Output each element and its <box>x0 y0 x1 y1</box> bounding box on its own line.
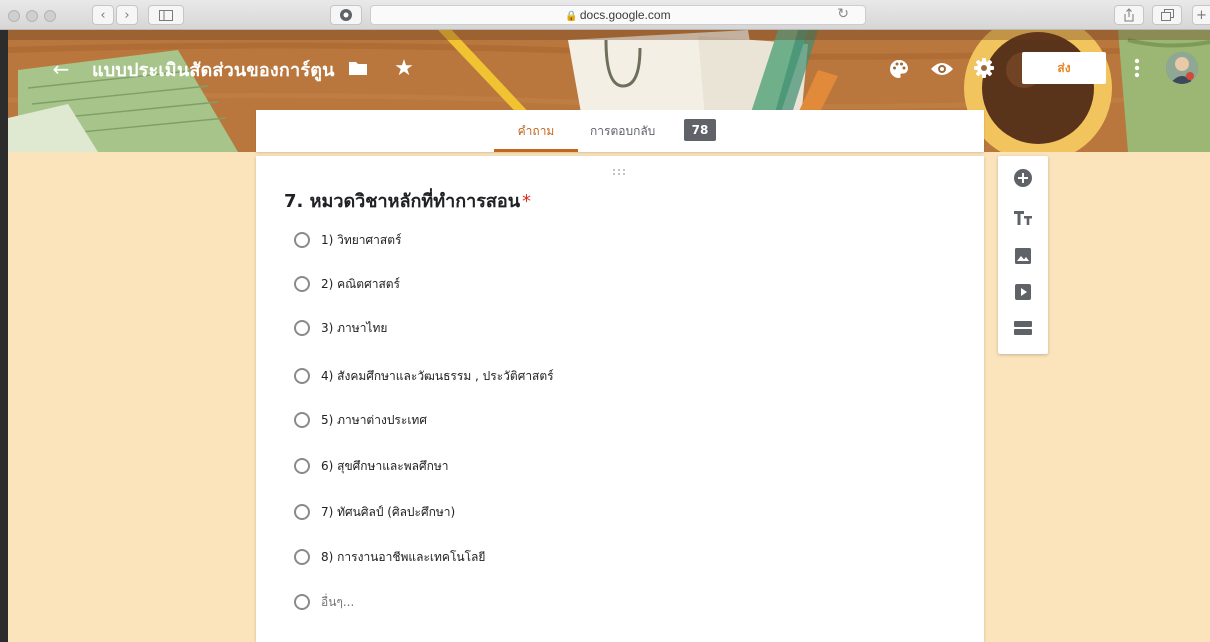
tabs-icon <box>1160 9 1174 21</box>
radio-button[interactable] <box>294 412 310 428</box>
option-row[interactable]: 5) ภาษาต่างประเทศ <box>294 408 427 432</box>
share-icon <box>1124 8 1134 22</box>
option-label: 7) ทัศนศิลป์ (ศิลปะศึกษา) <box>321 504 456 519</box>
form-tabs: คำถาม การตอบกลับ 78 <box>256 110 984 152</box>
chevron-right-icon: › <box>124 7 130 23</box>
radio-button[interactable] <box>294 276 310 292</box>
radio-button[interactable] <box>294 320 310 336</box>
option-row[interactable]: 3) ภาษาไทย <box>294 316 387 340</box>
option-row[interactable]: 2) คณิตศาสตร์ <box>294 272 400 296</box>
option-row[interactable]: 7) ทัศนศิลป์ (ศิลปะศึกษา) <box>294 500 455 524</box>
option-row[interactable]: 1) วิทยาศาสตร์ <box>294 228 401 252</box>
extension-button[interactable] <box>330 5 362 25</box>
plus-icon: + <box>1196 7 1207 23</box>
browser-back-button[interactable]: ‹ <box>92 5 114 25</box>
address-bar[interactable]: 🔒 docs.google.com ↻ <box>370 5 866 25</box>
radio-button[interactable] <box>294 368 310 384</box>
question-title[interactable]: 7. หมวดวิชาหลักที่ทำการสอน * <box>284 186 531 215</box>
option-label: 2) คณิตศาสตร์ <box>321 276 401 291</box>
chevron-left-icon: ‹ <box>100 7 106 23</box>
side-toolbar <box>998 156 1048 354</box>
back-arrow-icon[interactable]: ← <box>50 57 72 81</box>
active-tab-indicator <box>494 149 578 152</box>
radio-button[interactable] <box>294 232 310 248</box>
radio-button[interactable] <box>294 504 310 520</box>
option-label: 5) ภาษาต่างประเทศ <box>321 412 427 427</box>
palette-icon[interactable] <box>888 58 910 80</box>
gear-icon[interactable] <box>972 56 996 80</box>
sidebar-toggle-button[interactable] <box>148 5 184 25</box>
lock-icon: 🔒 <box>565 11 578 22</box>
address-text: docs.google.com <box>579 8 671 22</box>
radio-button[interactable] <box>294 458 310 474</box>
radio-button[interactable] <box>294 594 310 610</box>
responses-count-badge: 78 <box>684 119 716 141</box>
option-row-other[interactable]: อื่นๆ... <box>294 590 354 614</box>
drag-handle-icon[interactable] <box>612 168 626 176</box>
window-edge <box>0 30 8 642</box>
tab-responses[interactable]: การตอบกลับ <box>590 110 655 152</box>
question-card[interactable]: 7. หมวดวิชาหลักที่ทำการสอน * 1) วิทยาศาสต… <box>256 156 984 642</box>
folder-icon[interactable] <box>348 60 368 76</box>
window-minimize-button[interactable] <box>26 10 38 22</box>
option-label: 6) สุขศึกษาและพลศึกษา <box>321 458 449 473</box>
option-row[interactable]: 4) สังคมศึกษาและวัฒนธรรม , ประวัติศาสตร์ <box>294 364 554 388</box>
eye-icon[interactable] <box>930 58 954 80</box>
share-button[interactable] <box>1114 5 1144 25</box>
option-label-other: อื่นๆ... <box>321 594 355 609</box>
more-vert-icon[interactable] <box>1132 56 1142 80</box>
option-label: 4) สังคมศึกษาและวัฒนธรรม , ประวัติศาสตร์ <box>321 368 554 383</box>
required-mark: * <box>522 191 531 212</box>
video-icon[interactable] <box>1011 280 1035 304</box>
form-title[interactable]: แบบประเมินสัดส่วนของการ์ตูน <box>92 55 335 84</box>
sidebar-icon <box>159 9 173 21</box>
tabs-overview-button[interactable] <box>1152 5 1182 25</box>
section-icon[interactable] <box>1011 316 1035 340</box>
send-button[interactable]: ส่ง <box>1022 52 1106 84</box>
star-icon[interactable]: ★ <box>392 56 416 81</box>
browser-toolbar: ‹ › 🔒 docs.google.com ↻ + <box>0 0 1210 30</box>
avatar[interactable] <box>1166 52 1198 84</box>
browser-forward-button[interactable]: › <box>116 5 138 25</box>
question-title-text: 7. หมวดวิชาหลักที่ทำการสอน <box>284 191 520 212</box>
option-row[interactable]: 8) การงานอาชีพและเทคโนโลยี <box>294 545 485 569</box>
add-circle-icon[interactable] <box>1011 166 1035 190</box>
extension-icon <box>340 9 352 21</box>
tab-questions[interactable]: คำถาม <box>494 110 578 152</box>
image-icon[interactable] <box>1011 244 1035 268</box>
reload-icon[interactable]: ↻ <box>837 6 849 22</box>
option-label: 1) วิทยาศาสตร์ <box>321 232 402 247</box>
title-text-icon[interactable] <box>1011 206 1035 230</box>
window-close-button[interactable] <box>8 10 20 22</box>
option-label: 8) การงานอาชีพและเทคโนโลยี <box>321 549 486 564</box>
new-tab-button[interactable]: + <box>1192 5 1210 25</box>
option-row[interactable]: 6) สุขศึกษาและพลศึกษา <box>294 454 449 478</box>
form-header: ← แบบประเมินสัดส่วนของการ์ตูน ★ ส่ง <box>8 30 1210 110</box>
radio-button[interactable] <box>294 549 310 565</box>
window-zoom-button[interactable] <box>44 10 56 22</box>
option-label: 3) ภาษาไทย <box>321 320 388 335</box>
